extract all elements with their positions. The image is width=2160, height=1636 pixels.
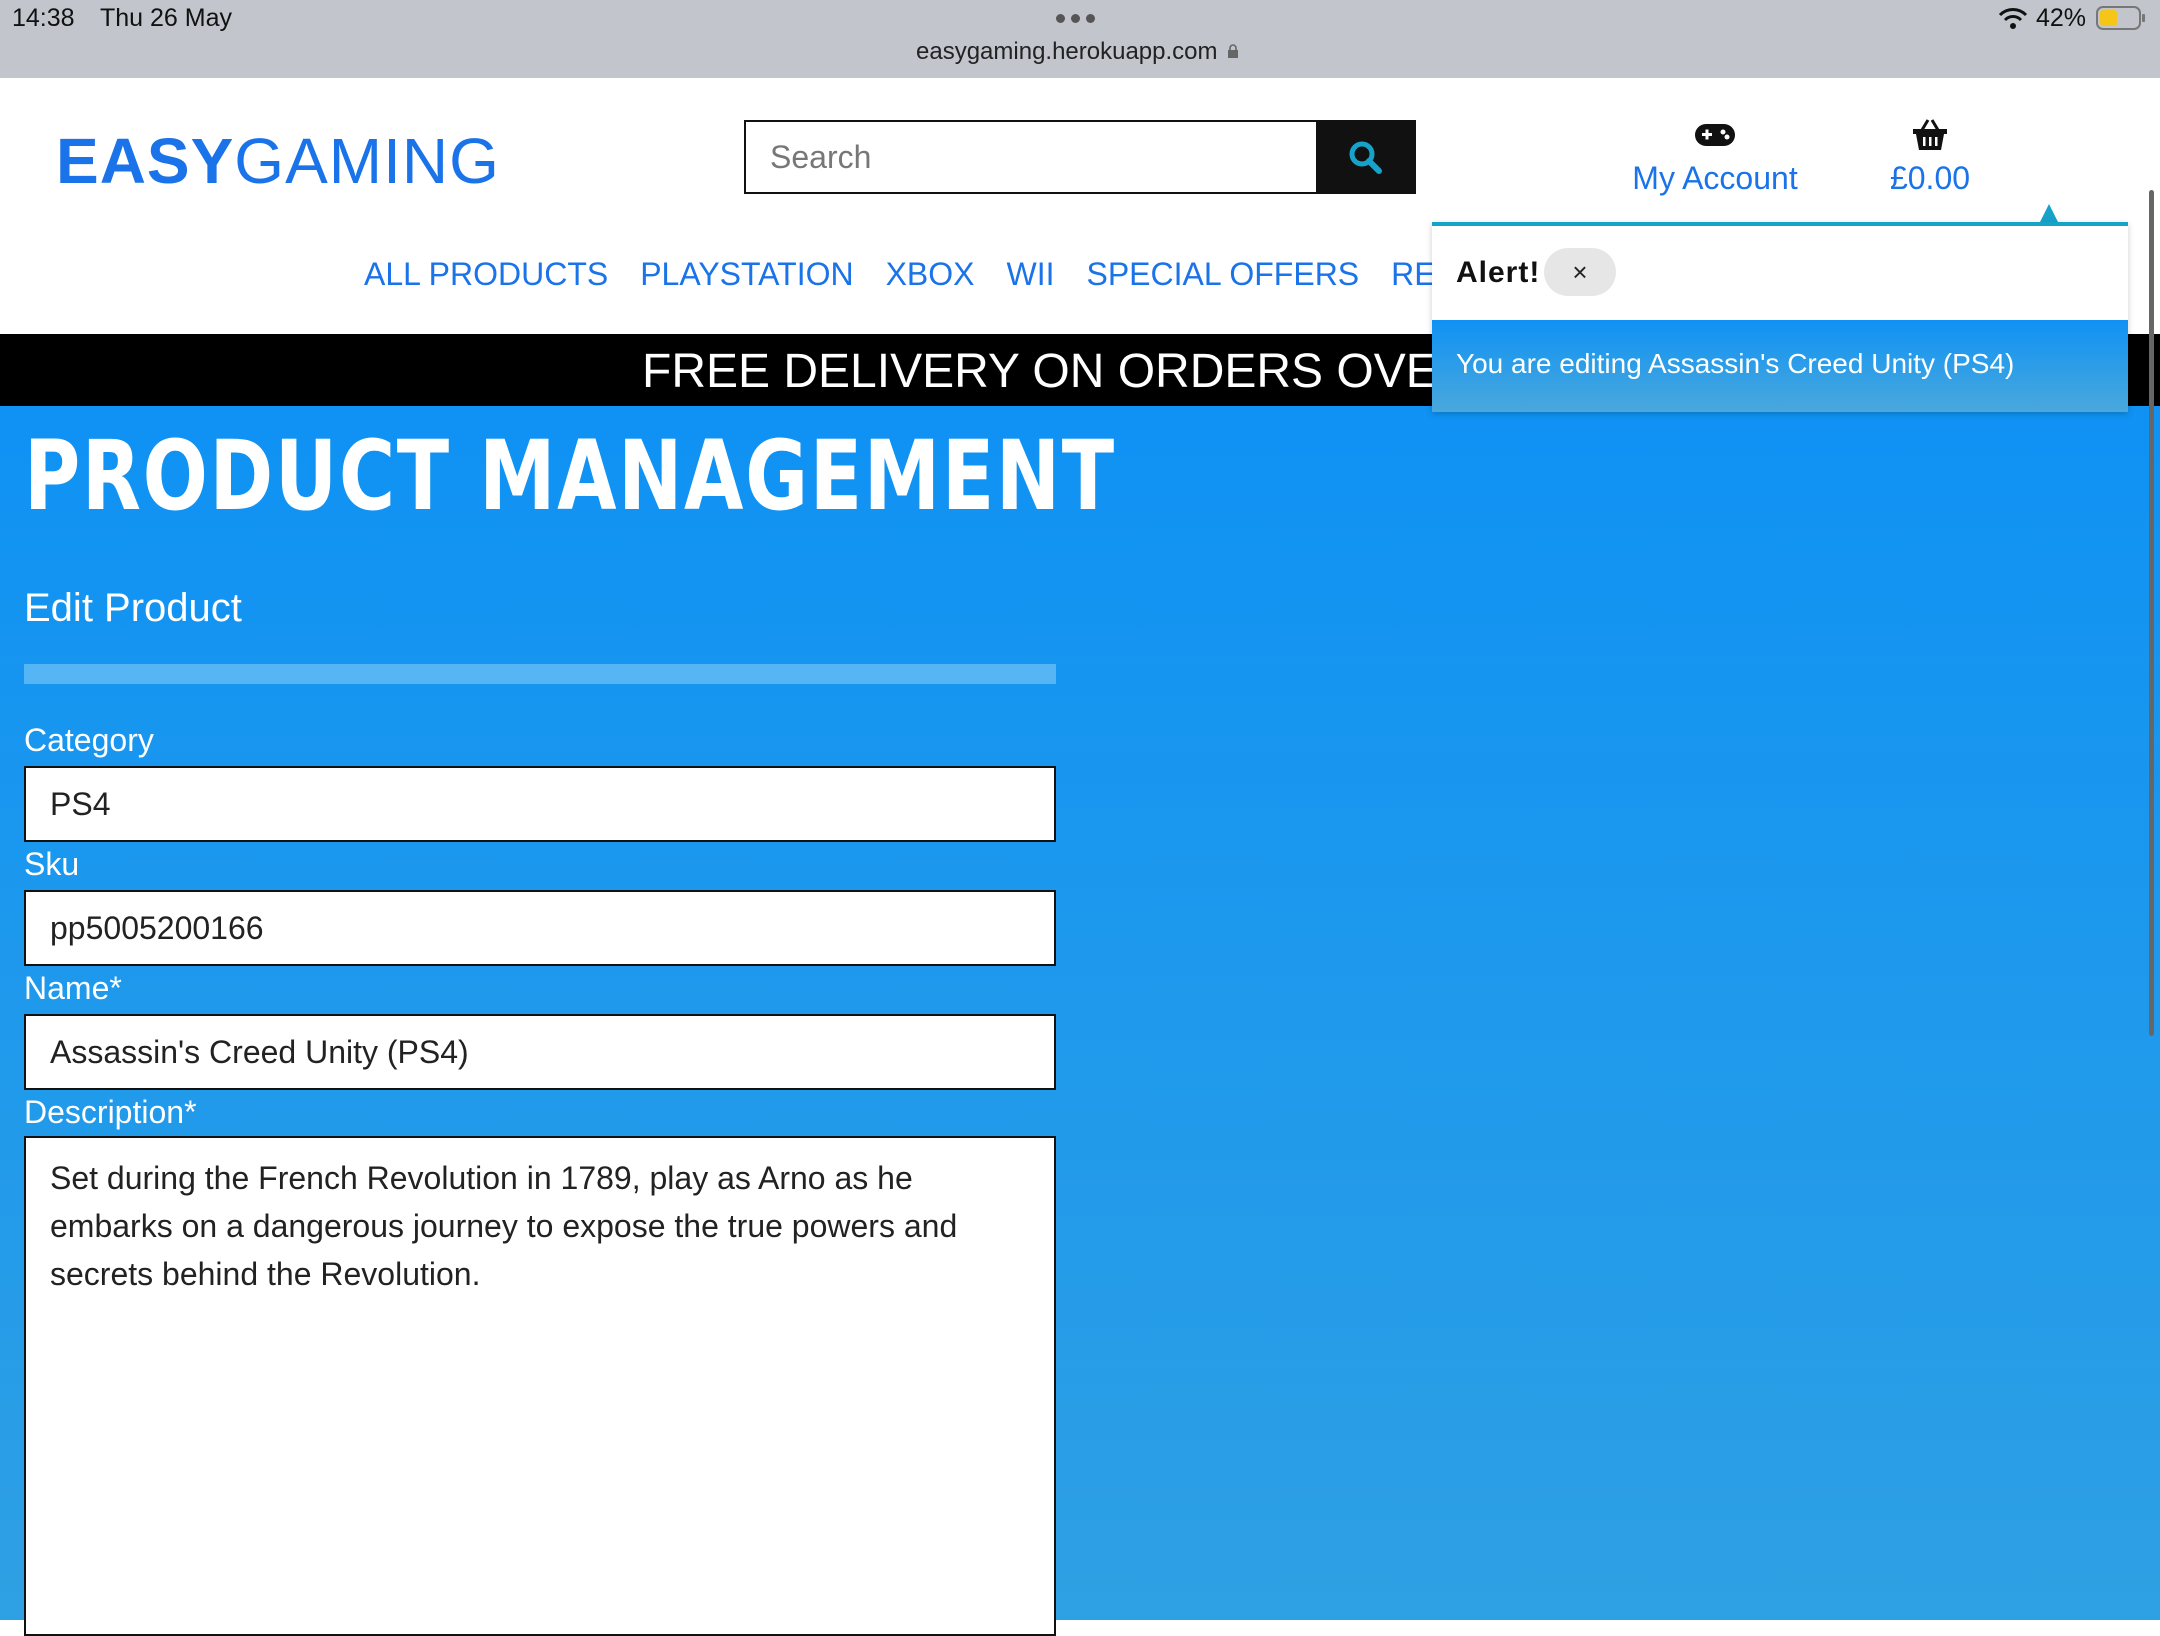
name-value: Assassin's Creed Unity (PS4) bbox=[50, 1034, 469, 1070]
basket-total: £0.00 bbox=[1889, 160, 1971, 196]
nav-special-offers[interactable]: SPECIAL OFFERS bbox=[1086, 256, 1359, 293]
close-icon: × bbox=[1572, 256, 1588, 287]
main-content: PRODUCT MANAGEMENT Edit Product Category… bbox=[0, 406, 2160, 1636]
search-input[interactable] bbox=[746, 122, 1318, 192]
nav-playstation[interactable]: PLAYSTATION bbox=[640, 256, 853, 293]
toast-header: Alert! bbox=[1456, 256, 1541, 289]
logo-bold: EASY bbox=[56, 125, 235, 197]
page-scrollbar[interactable] bbox=[2149, 190, 2154, 1036]
description-label: Description* bbox=[24, 1094, 197, 1130]
lock-icon bbox=[1228, 44, 1238, 58]
status-time: 14:38 bbox=[12, 4, 75, 32]
shopping-basket-icon bbox=[1913, 119, 1947, 150]
name-input[interactable]: Assassin's Creed Unity (PS4) bbox=[24, 1014, 1056, 1090]
main-nav: ALL PRODUCTS PLAYSTATION XBOX WII SPECIA… bbox=[364, 256, 1487, 293]
nav-xbox[interactable]: XBOX bbox=[886, 256, 975, 293]
alert-toast: Alert! × You are editing Assassin's Cree… bbox=[1432, 222, 2128, 412]
address-bar-url[interactable]: easygaming.herokuapp.com bbox=[916, 38, 1218, 66]
page-subtitle: Edit Product bbox=[24, 586, 242, 630]
multitask-dots-icon[interactable] bbox=[1056, 14, 1095, 23]
category-select[interactable]: PS4 bbox=[24, 766, 1056, 842]
search-form bbox=[744, 120, 1416, 194]
gamepad-icon bbox=[1695, 124, 1735, 146]
category-value: PS4 bbox=[50, 786, 111, 822]
search-button[interactable] bbox=[1316, 122, 1414, 192]
battery-icon bbox=[2096, 6, 2145, 30]
my-account-link[interactable]: My Account bbox=[1620, 114, 1810, 197]
status-bar: 14:38 Thu 26 May easygaming.herokuapp.co… bbox=[0, 0, 2160, 78]
nav-wii[interactable]: WII bbox=[1007, 256, 1055, 293]
delivery-banner-text: FREE DELIVERY ON ORDERS OVER £ bbox=[642, 345, 1513, 398]
toast-body: You are editing Assassin's Creed Unity (… bbox=[1432, 320, 2128, 412]
basket-link[interactable]: £0.00 bbox=[1880, 114, 1980, 197]
toast-close-button[interactable]: × bbox=[1544, 248, 1616, 296]
my-account-label: My Account bbox=[1632, 160, 1798, 196]
nav-all-products[interactable]: ALL PRODUCTS bbox=[364, 256, 608, 293]
search-icon bbox=[1349, 141, 1382, 174]
wifi-icon bbox=[1998, 8, 2028, 29]
category-label: Category bbox=[24, 722, 154, 758]
divider bbox=[24, 664, 1056, 684]
sku-input[interactable]: pp5005200166 bbox=[24, 890, 1056, 966]
sku-label: Sku bbox=[24, 846, 80, 882]
toast-message: You are editing Assassin's Creed Unity (… bbox=[1456, 348, 2015, 379]
sku-value: pp5005200166 bbox=[50, 910, 264, 946]
logo-rest: GAMING bbox=[234, 125, 500, 197]
name-label: Name* bbox=[24, 970, 122, 1006]
description-textarea[interactable]: Set during the French Revolution in 1789… bbox=[24, 1136, 1056, 1636]
toast-arrow bbox=[2040, 204, 2058, 222]
site-logo[interactable]: EASYGAMING bbox=[56, 124, 500, 198]
status-date: Thu 26 May bbox=[100, 4, 233, 32]
battery-percent: 42% bbox=[2036, 4, 2087, 32]
page-title: PRODUCT MANAGEMENT bbox=[24, 420, 1116, 532]
